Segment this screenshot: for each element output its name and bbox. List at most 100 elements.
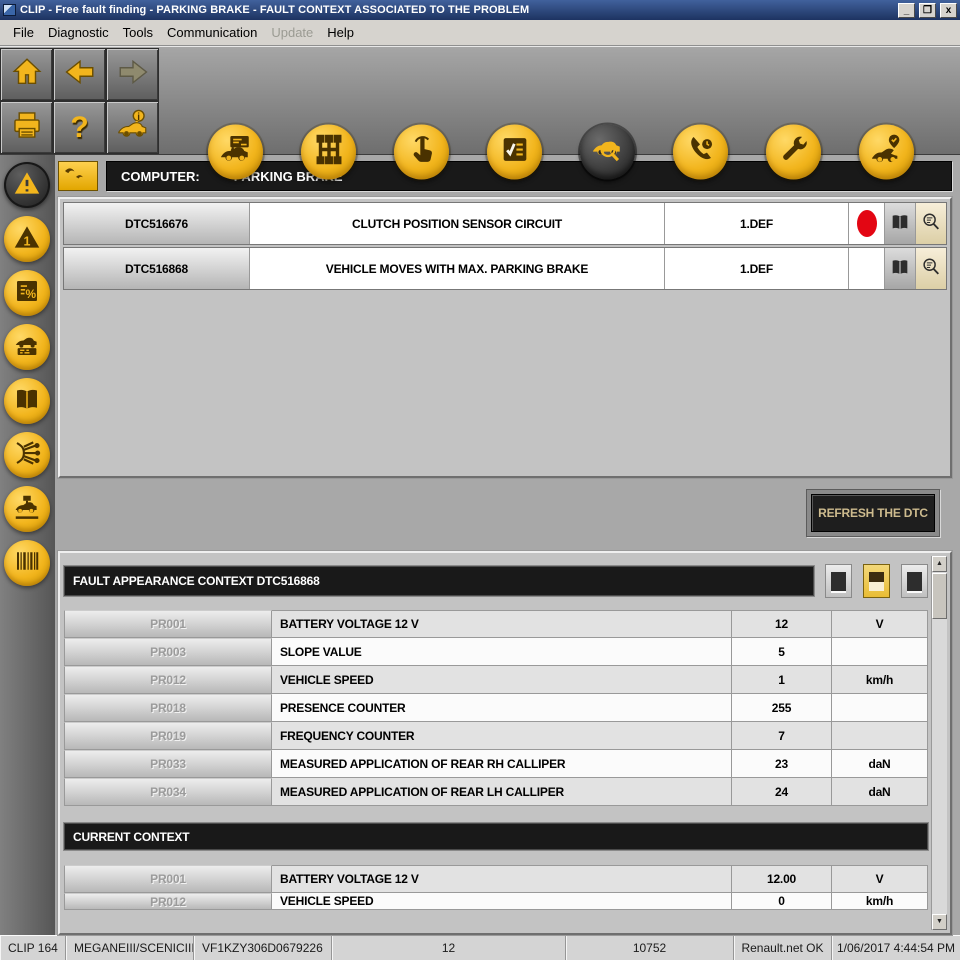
dtc-indicator-cell [849, 248, 885, 289]
back-button[interactable] [53, 48, 106, 101]
sidebar-report-percent-button[interactable]: % [4, 270, 50, 316]
dtc-detail-button[interactable] [916, 203, 946, 244]
dtc-panel: DTC516676 CLUTCH POSITION SENSOR CIRCUIT… [58, 197, 952, 478]
bird-button[interactable] [58, 161, 98, 191]
view-full-icon [907, 572, 922, 591]
bird-icon [63, 163, 93, 190]
parameter-code: PR019 [64, 722, 272, 750]
fault-finding-icon [591, 133, 625, 172]
parameter-value: 24 [732, 778, 832, 806]
parameter-unit [832, 722, 928, 750]
dtc-doc-button[interactable] [885, 203, 916, 244]
help-button[interactable]: ? [53, 101, 106, 154]
parameter-code: PR018 [64, 694, 272, 722]
menu-item[interactable]: Help [322, 22, 363, 43]
minimize-button[interactable]: _ [898, 3, 915, 18]
parameter-value: 5 [732, 638, 832, 666]
menu-item[interactable]: Update [266, 22, 322, 43]
parameter-unit: V [832, 610, 928, 638]
parameter-row[interactable]: PR019 FREQUENCY COUNTER 7 [64, 722, 928, 750]
sidebar-wiring-harness-button[interactable] [4, 432, 50, 478]
forward-arrow-icon [116, 55, 150, 94]
fault-context-title: FAULT APPEARANCE CONTEXT DTC516868 [64, 566, 814, 596]
dtc-code: DTC516868 [64, 248, 250, 289]
view-single-icon [831, 572, 846, 591]
menu-item[interactable]: File [8, 22, 43, 43]
warning-triangle-icon [12, 168, 42, 203]
view-split-button[interactable] [863, 564, 890, 598]
print-button[interactable] [0, 101, 53, 154]
status-bar: CLIP 164 MEGANEIII/SCENICIII VF1KZY306D0… [0, 935, 960, 960]
parameter-description: VEHICLE SPEED [272, 666, 732, 694]
manual-commands-button[interactable] [394, 125, 449, 180]
sidebar-fault-count-button[interactable]: 1 [4, 216, 50, 262]
view-single-button[interactable] [825, 564, 852, 598]
scroll-down-arrow[interactable]: ▼ [932, 914, 947, 930]
dtc-status: 1.DEF [665, 203, 849, 244]
road-test-icon [870, 133, 904, 172]
parameter-row[interactable]: PR001 BATTERY VOLTAGE 12 V 12.00 V [64, 865, 928, 893]
sidebar-documentation-button[interactable] [4, 378, 50, 424]
dtc-doc-button[interactable] [885, 248, 916, 289]
home-button[interactable] [0, 48, 53, 101]
parameter-row[interactable]: PR001 BATTERY VOLTAGE 12 V 12 V [64, 610, 928, 638]
sidebar-vehicle-data-button[interactable] [4, 324, 50, 370]
status-field: 10752 [566, 936, 734, 960]
menu-item[interactable]: Communication [162, 22, 266, 43]
restore-button[interactable]: ❐ [919, 3, 936, 18]
book-icon [889, 211, 911, 236]
scrollbar-thumb[interactable] [932, 573, 947, 619]
sidebar-vehicle-lift-button[interactable] [4, 486, 50, 532]
road-test-button[interactable] [859, 125, 914, 180]
view-split-icon [869, 572, 884, 591]
vehicle-test-button[interactable] [208, 125, 263, 180]
refresh-dtc-button[interactable]: REFRESH THE DTC [811, 494, 935, 532]
vehicle-info-button[interactable]: i [106, 101, 159, 154]
document-percent-icon: % [12, 276, 42, 311]
parameter-value: 255 [732, 694, 832, 722]
toolbar: ? i [0, 46, 960, 155]
sidebar-fault-alert-button[interactable] [4, 162, 50, 208]
parameter-description: SLOPE VALUE [272, 638, 732, 666]
left-sidebar: 1 % [0, 155, 55, 935]
gearbox-button[interactable] [301, 125, 356, 180]
parameter-row[interactable]: PR012 VEHICLE SPEED 1 km/h [64, 666, 928, 694]
parameter-row[interactable]: PR034 MEASURED APPLICATION OF REAR LH CA… [64, 778, 928, 806]
fault-finding-button[interactable] [580, 125, 635, 180]
phone-assistance-button[interactable] [673, 125, 728, 180]
svg-text:i: i [137, 112, 140, 123]
dtc-row[interactable]: DTC516676 CLUTCH POSITION SENSOR CIRCUIT… [63, 202, 947, 245]
dtc-code: DTC516676 [64, 203, 250, 244]
parameter-code: PR012 [64, 893, 272, 910]
view-full-button[interactable] [901, 564, 928, 598]
parameter-description: MEASURED APPLICATION OF REAR LH CALLIPER [272, 778, 732, 806]
clip-application-window: CLIP - Free fault finding - PARKING BRAK… [0, 0, 960, 960]
parameter-row[interactable]: PR003 SLOPE VALUE 5 [64, 638, 928, 666]
dtc-description: VEHICLE MOVES WITH MAX. PARKING BRAKE [250, 248, 665, 289]
parameter-value: 0 [732, 893, 832, 910]
parameter-row[interactable]: PR012 VEHICLE SPEED 0 km/h [64, 893, 928, 910]
close-button[interactable]: x [940, 3, 957, 18]
svg-text:%: % [25, 286, 36, 300]
parameter-description: FREQUENCY COUNTER [272, 722, 732, 750]
parameter-code: PR003 [64, 638, 272, 666]
parameter-code: PR012 [64, 666, 272, 694]
parameter-code: PR001 [64, 865, 272, 893]
menu-item[interactable]: Tools [118, 22, 162, 43]
dtc-detail-button[interactable] [916, 248, 946, 289]
parameter-value: 1 [732, 666, 832, 694]
title-bar: CLIP - Free fault finding - PARKING BRAK… [0, 0, 960, 20]
repair-button[interactable] [766, 125, 821, 180]
parameter-unit: V [832, 865, 928, 893]
vehicle-info-icon: i [116, 108, 150, 147]
parameter-row[interactable]: PR033 MEASURED APPLICATION OF REAR RH CA… [64, 750, 928, 778]
checklist-button[interactable] [487, 125, 542, 180]
context-scrollbar[interactable]: ▲ ▼ [931, 556, 947, 930]
wrench-icon [777, 133, 811, 172]
scroll-up-arrow[interactable]: ▲ [932, 556, 947, 572]
parameter-row[interactable]: PR018 PRESENCE COUNTER 255 [64, 694, 928, 722]
dtc-row[interactable]: DTC516868 VEHICLE MOVES WITH MAX. PARKIN… [63, 247, 947, 290]
window-title: CLIP - Free fault finding - PARKING BRAK… [20, 4, 894, 16]
menu-item[interactable]: Diagnostic [43, 22, 118, 43]
sidebar-barcode-button[interactable] [4, 540, 50, 586]
